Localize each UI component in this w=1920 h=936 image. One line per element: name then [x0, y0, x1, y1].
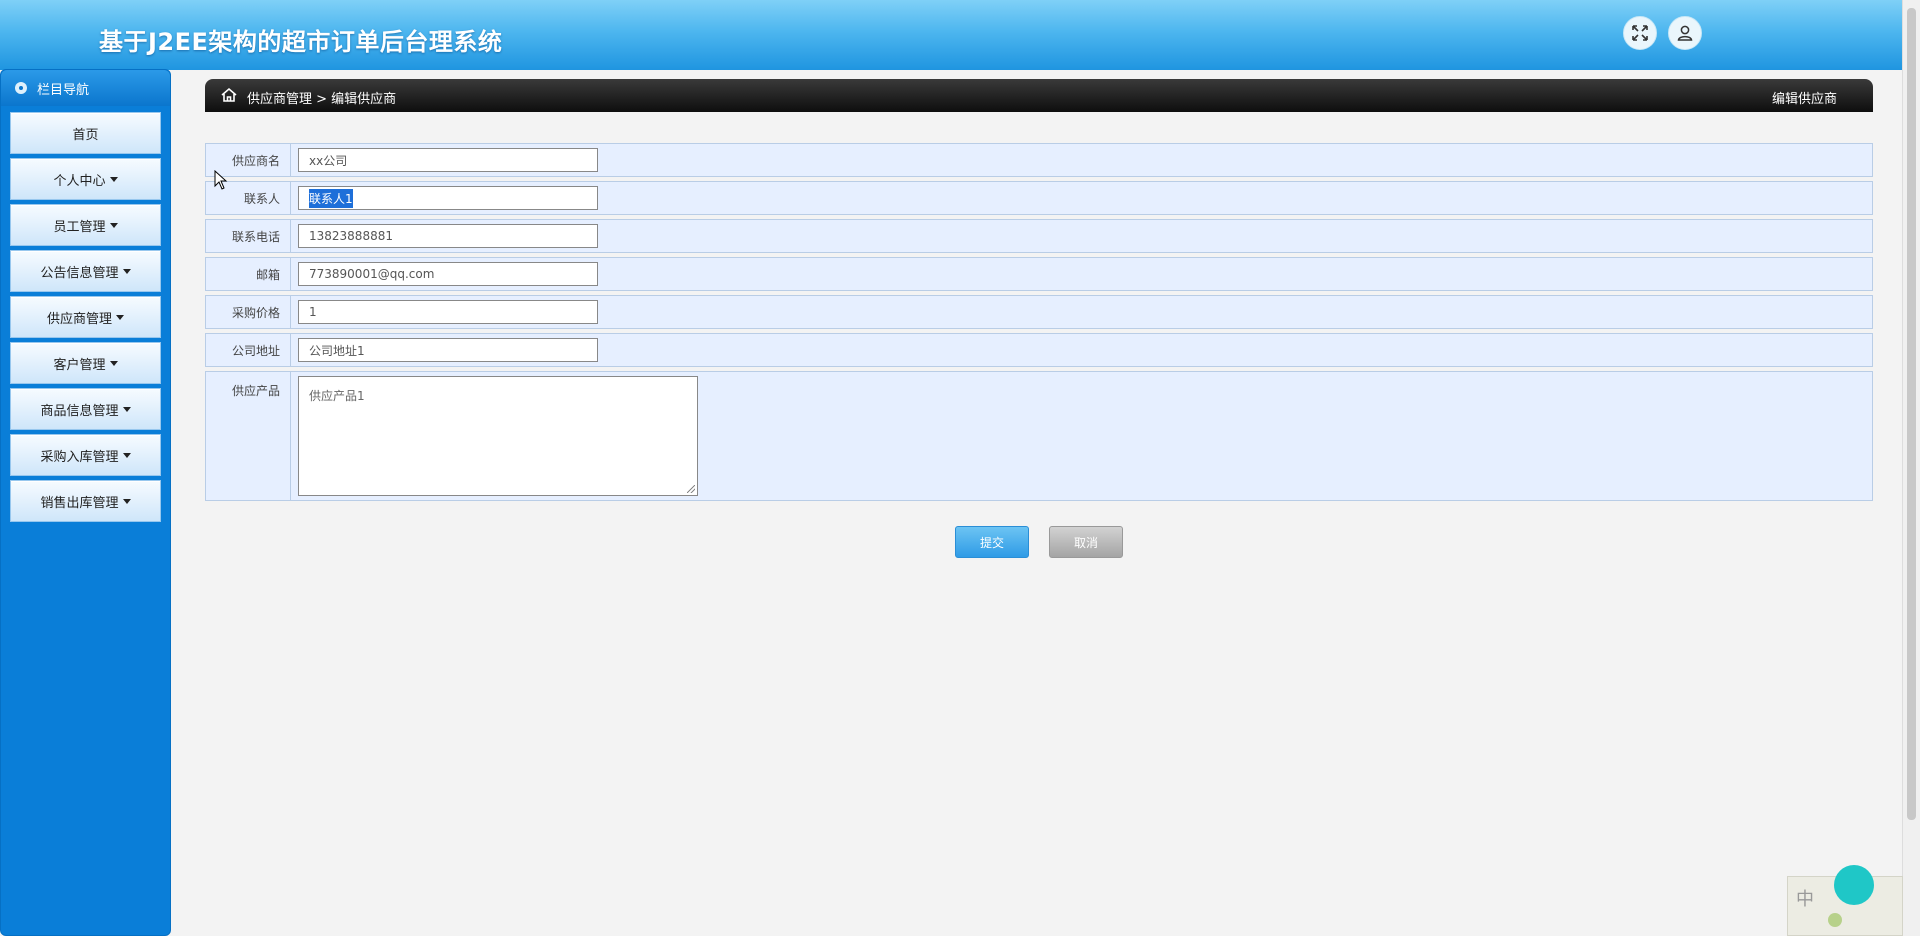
caret-down-icon [122, 498, 131, 504]
form-row-address: 公司地址 公司地址1 [205, 333, 1873, 367]
sidebar-item-sales[interactable]: 销售出库管理 [10, 480, 161, 522]
phone-field[interactable]: 13823888881 [298, 224, 598, 248]
page-title: 编辑供应商 [1771, 92, 1837, 107]
company-address-field[interactable]: 公司地址1 [298, 338, 598, 362]
sidebar-item-label: 采购入库管理 [40, 449, 119, 465]
cancel-button[interactable]: 取消 [1049, 526, 1123, 558]
sidebar-item-customer[interactable]: 客户管理 [10, 342, 161, 384]
field-label: 公司地址 [206, 334, 291, 366]
fullscreen-button[interactable] [1623, 16, 1657, 50]
mouse-cursor-icon [214, 170, 228, 190]
caret-down-icon [109, 222, 118, 228]
ime-skin-icon [1828, 913, 1842, 927]
contact-field[interactable]: 联系人1 [298, 186, 598, 210]
app-title: 基于J2EE架构的超市订单后台理系统 [99, 28, 503, 56]
caret-down-icon [109, 176, 118, 182]
form-row-supplier-name: 供应商名 xx公司 [205, 143, 1873, 177]
sidebar-item-supplier[interactable]: 供应商管理 [10, 296, 161, 338]
caret-down-icon [122, 268, 131, 274]
home-icon[interactable] [220, 87, 238, 103]
sidebar-item-label: 员工管理 [53, 219, 106, 235]
ime-bubble-icon [1834, 865, 1874, 905]
form-row-email: 邮箱 773890001@qq.com [205, 257, 1873, 291]
sidebar-heading-label: 栏目导航 [37, 82, 90, 98]
sidebar-item-announcement[interactable]: 公告信息管理 [10, 250, 161, 292]
breadcrumb-path[interactable]: 供应商管理 > 编辑供应商 [247, 88, 396, 107]
field-label: 采购价格 [206, 296, 291, 328]
sidebar-item-label: 首页 [72, 127, 99, 143]
caret-down-icon [122, 452, 131, 458]
ime-mode-label[interactable]: 中 [1796, 885, 1814, 911]
sidebar-item-label: 商品信息管理 [40, 403, 119, 419]
sidebar-item-employee[interactable]: 员工管理 [10, 204, 161, 246]
selected-text: 联系人1 [309, 188, 353, 208]
form-row-contact: 联系人 联系人1 [205, 181, 1873, 215]
sidebar-item-purchase[interactable]: 采购入库管理 [10, 434, 161, 476]
user-icon [1677, 25, 1693, 41]
caret-down-icon [122, 406, 131, 412]
form-row-price: 采购价格 1 [205, 295, 1873, 329]
sidebar-item-label: 供应商管理 [46, 311, 112, 327]
resize-grip-icon[interactable] [687, 485, 695, 493]
email-field[interactable]: 773890001@qq.com [298, 262, 598, 286]
field-label: 供应产品 [206, 372, 291, 500]
supply-products-textarea[interactable]: 供应产品1 [298, 376, 698, 496]
form-row-phone: 联系电话 13823888881 [205, 219, 1873, 253]
ime-toolbar[interactable]: 中 [1787, 865, 1903, 936]
fullscreen-icon [1632, 25, 1648, 41]
app-header: 基于J2EE架构的超市订单后台理系统 [0, 0, 1902, 70]
sidebar-item-label: 销售出库管理 [40, 495, 119, 511]
sidebar-item-label: 公告信息管理 [40, 265, 119, 281]
sidebar-item-label: 客户管理 [53, 357, 106, 373]
sidebar: 栏目导航 首页 个人中心 员工管理 公告信息管理 供应商管理 客户管理 商品信息… [0, 69, 171, 936]
sidebar-heading: 栏目导航 [1, 70, 170, 106]
textarea-content: 供应产品1 [309, 389, 365, 403]
supplier-name-field[interactable]: xx公司 [298, 148, 598, 172]
vertical-scrollbar[interactable] [1902, 0, 1920, 936]
submit-button[interactable]: 提交 [955, 526, 1029, 558]
breadcrumb: 供应商管理 > 编辑供应商 编辑供应商 [205, 79, 1873, 112]
supplier-edit-form: 供应商名 xx公司 联系人 联系人1 联系电话 13823888881 邮箱 7… [205, 143, 1873, 505]
sidebar-item-label: 个人中心 [53, 173, 106, 189]
caret-down-icon [109, 360, 118, 366]
nav-circle-icon [15, 82, 27, 94]
user-button[interactable] [1668, 16, 1702, 50]
field-label: 邮箱 [206, 258, 291, 290]
sidebar-menu: 首页 个人中心 员工管理 公告信息管理 供应商管理 客户管理 商品信息管理 采购… [1, 112, 170, 522]
form-actions: 提交 取消 [955, 526, 1123, 558]
field-label: 联系电话 [206, 220, 291, 252]
sidebar-item-product[interactable]: 商品信息管理 [10, 388, 161, 430]
sidebar-item-personal-center[interactable]: 个人中心 [10, 158, 161, 200]
purchase-price-field[interactable]: 1 [298, 300, 598, 324]
form-row-products: 供应产品 供应产品1 [205, 371, 1873, 501]
scrollbar-thumb[interactable] [1907, 8, 1916, 820]
caret-down-icon [116, 314, 124, 320]
sidebar-item-home[interactable]: 首页 [10, 112, 161, 154]
